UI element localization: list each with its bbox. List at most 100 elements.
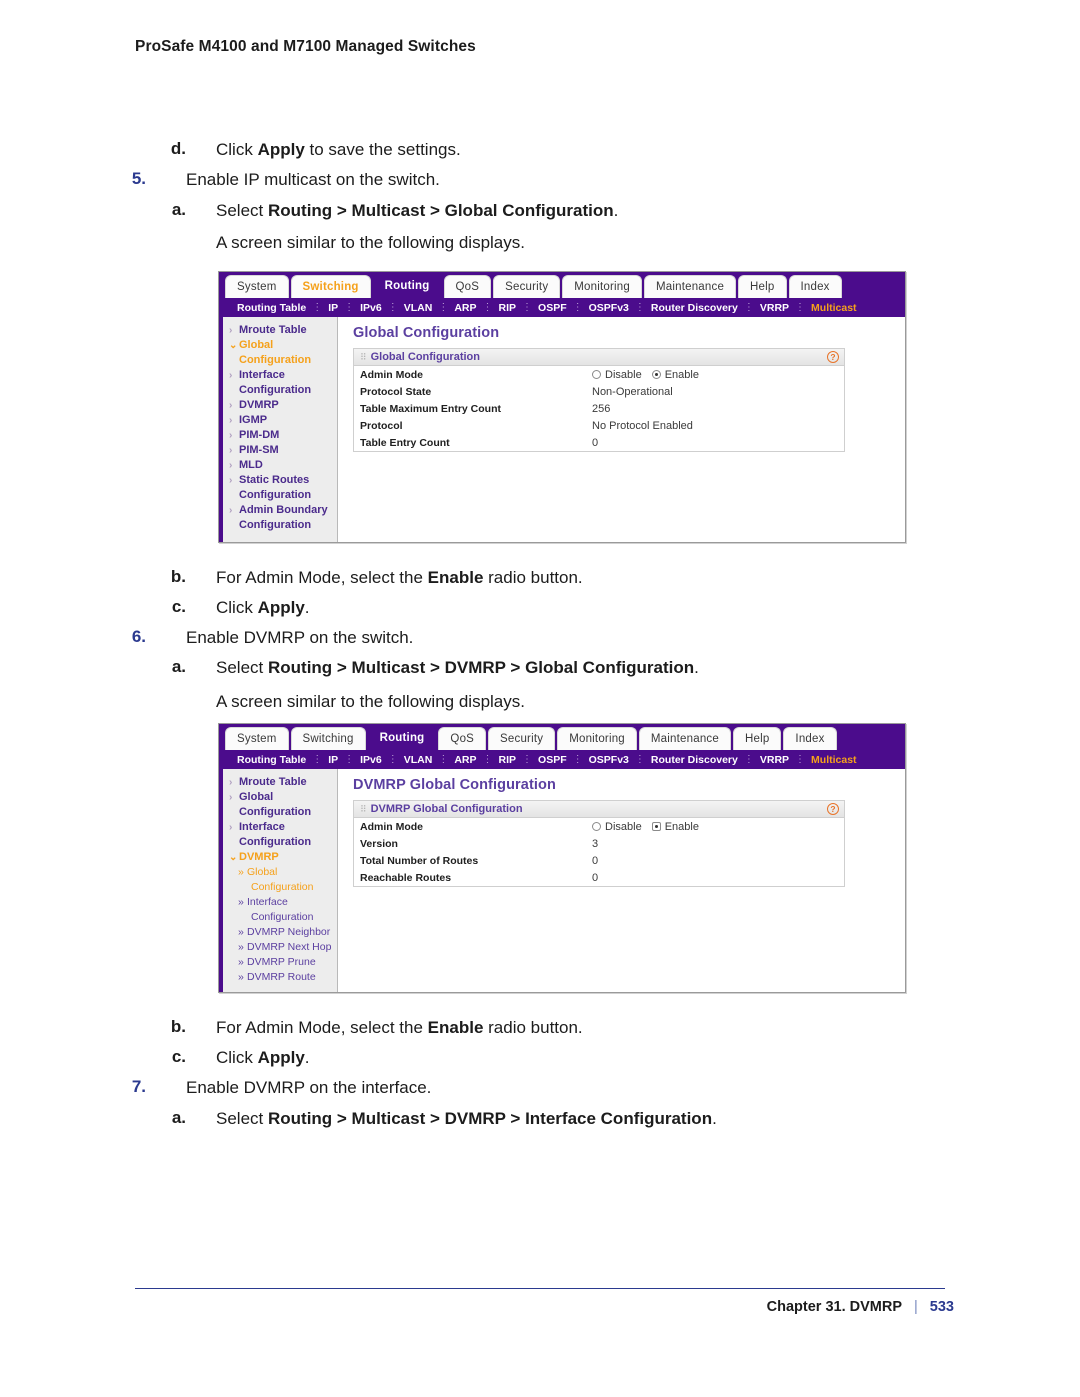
main-content-panel: Global Configuration ⠿ Global Configurat… bbox=[339, 317, 905, 542]
subnav-ospfv3[interactable]: OSPFv3 bbox=[583, 754, 635, 766]
radio-enable[interactable] bbox=[651, 370, 661, 379]
subnav-ip[interactable]: IP bbox=[322, 754, 344, 766]
subnav-ipv6[interactable]: IPv6 bbox=[354, 754, 388, 766]
subnav-separator: ⋮ bbox=[572, 302, 583, 313]
subnav-ipv6[interactable]: IPv6 bbox=[354, 302, 388, 314]
tab-index[interactable]: Index bbox=[788, 275, 842, 298]
sidebar-item-pim-dm[interactable]: › PIM-DM bbox=[223, 428, 337, 443]
help-icon[interactable]: ? bbox=[827, 803, 839, 815]
step-marker: 7. bbox=[131, 1077, 146, 1096]
sidebar-item-static-routes[interactable]: › Static Routes bbox=[223, 473, 337, 488]
row-label: Admin Mode bbox=[360, 820, 423, 833]
tab-system[interactable]: System bbox=[225, 275, 289, 298]
radio-label-disable[interactable]: Disable bbox=[605, 821, 642, 833]
tab-security[interactable]: Security bbox=[493, 275, 561, 298]
sidebar-item-dvmrp-neighbor[interactable]: » DVMRP Neighbor bbox=[223, 925, 337, 940]
radio-disable[interactable] bbox=[592, 370, 601, 379]
sidebar-item-global[interactable]: › Global bbox=[223, 790, 337, 805]
subnav-separator: ⋮ bbox=[743, 754, 754, 765]
sidebar-item-dvmrp-route[interactable]: » DVMRP Route bbox=[223, 970, 337, 985]
tab-switching[interactable]: Switching bbox=[290, 275, 371, 298]
help-icon[interactable]: ? bbox=[827, 351, 839, 363]
subnav-arp[interactable]: ARP bbox=[448, 754, 482, 766]
subnav-multicast[interactable]: Multicast bbox=[805, 754, 863, 766]
sidebar-item-configuration[interactable]: Configuration bbox=[223, 383, 337, 398]
tab-maintenance[interactable]: Maintenance bbox=[643, 275, 737, 298]
subnav-vrrp[interactable]: VRRP bbox=[754, 302, 795, 314]
subnav-vlan[interactable]: VLAN bbox=[398, 302, 439, 314]
chevron-right-icon: › bbox=[229, 430, 233, 441]
subnav-ip[interactable]: IP bbox=[322, 302, 344, 314]
sidebar-item-pim-sm[interactable]: › PIM-SM bbox=[223, 443, 337, 458]
sidebar-item-configuration[interactable]: Configuration bbox=[223, 805, 337, 820]
sidebar-item-label: IGMP bbox=[239, 414, 268, 426]
subnav-ospf[interactable]: OSPF bbox=[532, 302, 573, 314]
sidebar-item-mld[interactable]: › MLD bbox=[223, 458, 337, 473]
subnav-ospfv3[interactable]: OSPFv3 bbox=[583, 302, 635, 314]
sidebar-item-dvmrp[interactable]: ⌄ DVMRP bbox=[223, 850, 337, 865]
tab-security[interactable]: Security bbox=[488, 727, 556, 750]
step-text: Select Routing > Multicast > DVMRP > Glo… bbox=[216, 658, 699, 677]
subnav-router-discovery[interactable]: Router Discovery bbox=[645, 302, 744, 314]
row-value: Non-Operational bbox=[592, 385, 673, 398]
subnav-vrrp[interactable]: VRRP bbox=[754, 754, 795, 766]
sidebar-item-admin-boundary[interactable]: › Admin Boundary bbox=[223, 503, 337, 518]
tab-index[interactable]: Index bbox=[783, 727, 837, 750]
sidebar-item-label: Configuration bbox=[239, 806, 312, 818]
row-label: Version bbox=[360, 837, 398, 850]
radio-disable[interactable] bbox=[592, 822, 601, 831]
sidebar-item-dvmrp-prune[interactable]: » DVMRP Prune bbox=[223, 955, 337, 970]
subnav-rip[interactable]: RIP bbox=[493, 302, 523, 314]
row-value: 0 bbox=[592, 854, 599, 867]
tab-system[interactable]: System bbox=[225, 727, 289, 750]
subnav-rip[interactable]: RIP bbox=[493, 754, 523, 766]
subnav-ospf[interactable]: OSPF bbox=[532, 754, 573, 766]
subnav-multicast[interactable]: Multicast bbox=[805, 302, 863, 314]
sidebar-item-interface[interactable]: › Interface bbox=[223, 368, 337, 383]
card-rows: Admin Mode Disable Enable Version 3 Total Num… bbox=[354, 818, 844, 886]
sidebar-item-configuration[interactable]: Configuration bbox=[223, 353, 337, 368]
sidebar-item-interface[interactable]: » Interface bbox=[223, 895, 337, 910]
subnav-vlan[interactable]: VLAN bbox=[398, 754, 439, 766]
sidebar-item-configuration[interactable]: Configuration bbox=[223, 518, 337, 533]
radio-label-disable[interactable]: Disable bbox=[605, 369, 642, 381]
subnav-routing-table[interactable]: Routing Table bbox=[231, 754, 312, 766]
sidebar-item-dvmrp[interactable]: › DVMRP bbox=[223, 398, 337, 413]
sidebar-item-label: Configuration bbox=[239, 354, 312, 366]
sidebar-item-global[interactable]: ⌄ Global bbox=[223, 338, 337, 353]
radio-label-enable[interactable]: Enable bbox=[665, 821, 699, 833]
footer-divider bbox=[135, 1288, 945, 1289]
tab-switching[interactable]: Switching bbox=[290, 727, 366, 750]
sidebar-item-configuration[interactable]: Configuration bbox=[223, 880, 337, 895]
sidebar-item-interface[interactable]: › Interface bbox=[223, 820, 337, 835]
sidebar-item-mroute-table[interactable]: › Mroute Table bbox=[223, 775, 337, 790]
sidebar-item-dvmrp-next-hop[interactable]: » DVMRP Next Hop bbox=[223, 940, 337, 955]
config-row: Protocol State Non-Operational bbox=[354, 383, 844, 400]
sidebar-item-mroute-table[interactable]: › Mroute Table bbox=[223, 323, 337, 338]
sidebar-item-igmp[interactable]: › IGMP bbox=[223, 413, 337, 428]
sidebar-item-configuration[interactable]: Configuration bbox=[223, 835, 337, 850]
tab-routing[interactable]: Routing bbox=[367, 725, 437, 750]
tab-qos[interactable]: QoS bbox=[443, 275, 492, 298]
tab-monitoring[interactable]: Monitoring bbox=[557, 727, 637, 750]
subnav-arp[interactable]: ARP bbox=[448, 302, 482, 314]
radio-enable[interactable] bbox=[651, 822, 661, 831]
subnav-separator: ⋮ bbox=[312, 302, 323, 313]
sidebar-item-global[interactable]: » Global bbox=[223, 865, 337, 880]
sidebar-item-configuration[interactable]: Configuration bbox=[223, 910, 337, 925]
tab-help[interactable]: Help bbox=[738, 275, 787, 298]
tab-routing[interactable]: Routing bbox=[372, 273, 442, 298]
sidebar-item-label: DVMRP Prune bbox=[247, 956, 316, 968]
row-value: 0 bbox=[592, 436, 599, 449]
tab-monitoring[interactable]: Monitoring bbox=[562, 275, 642, 298]
radio-label-enable[interactable]: Enable bbox=[665, 369, 699, 381]
subnav-router-discovery[interactable]: Router Discovery bbox=[645, 754, 744, 766]
row-label: Table Maximum Entry Count bbox=[360, 402, 501, 415]
sidebar-item-label: Admin Boundary bbox=[239, 504, 328, 516]
tab-help[interactable]: Help bbox=[732, 727, 782, 750]
config-row: Version 3 bbox=[354, 835, 844, 852]
sidebar-item-configuration[interactable]: Configuration bbox=[223, 488, 337, 503]
tab-maintenance[interactable]: Maintenance bbox=[638, 727, 731, 750]
tab-qos[interactable]: QoS bbox=[438, 727, 487, 750]
subnav-routing-table[interactable]: Routing Table bbox=[231, 302, 312, 314]
